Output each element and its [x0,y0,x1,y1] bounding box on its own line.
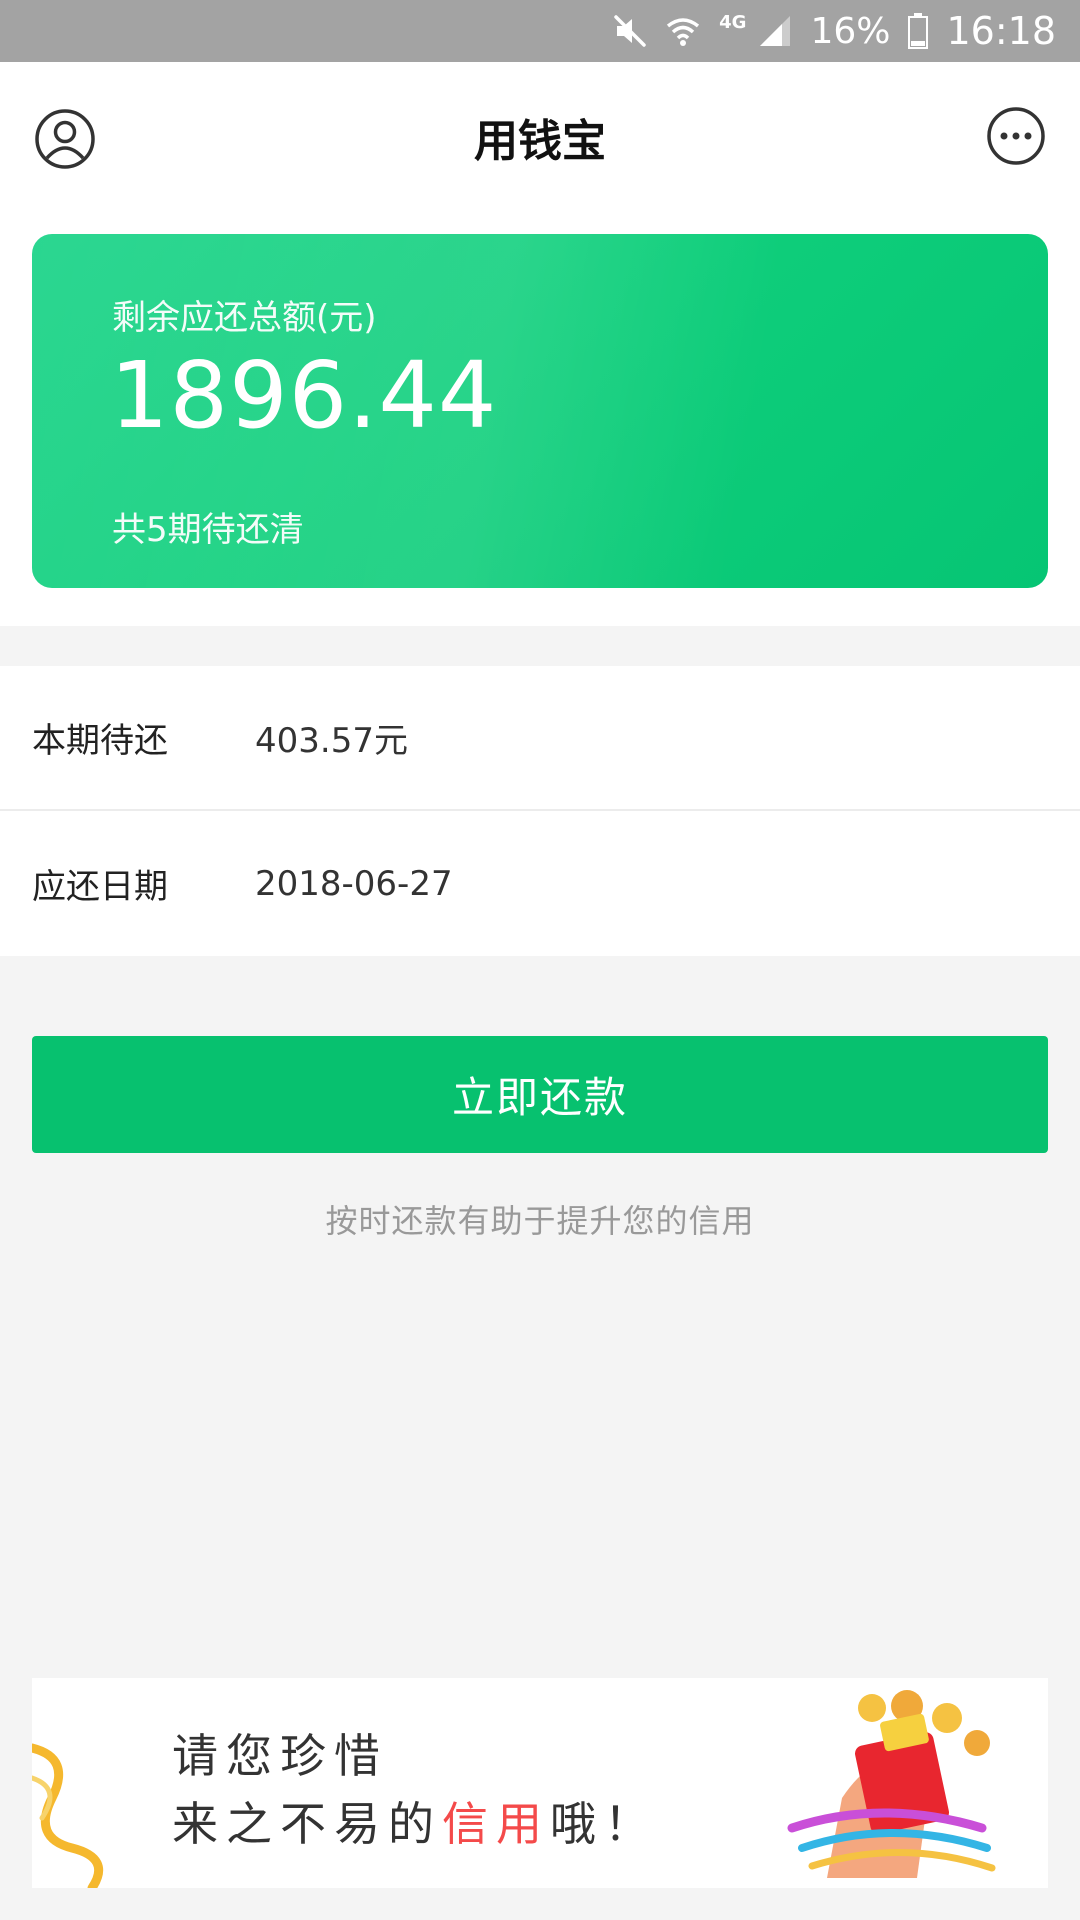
summary-card: 剩余应还总额(元) 1896.44 共5期待还清 [32,234,1048,588]
current-due-label: 本期待还 [32,721,168,761]
status-bar: 4G 16% 16:18 [0,0,1080,62]
ribbon-decoration [32,1743,104,1888]
due-date-row: 应还日期 2018-06-27 [0,811,1080,956]
more-icon[interactable] [986,106,1046,166]
network-type: 4G [719,12,747,33]
mute-icon [613,14,647,48]
wifi-icon [665,14,701,48]
page-title: 用钱宝 [474,116,606,167]
current-due-row: 本期待还 403.57元 [0,666,1080,811]
battery-icon [908,13,929,49]
clock: 16:18 [946,9,1056,53]
credit-banner[interactable]: 请您珍惜 来之不易的信用哦！ [32,1678,1048,1888]
remaining-periods: 共5期待还清 [112,510,304,550]
red-envelope-illustration [787,1690,996,1878]
banner-highlight: 信用 [442,1797,550,1851]
banner-line-2-prefix: 来之不易的 [172,1797,442,1851]
app-header: 用钱宝 [0,62,1080,212]
due-date-label: 应还日期 [32,867,168,907]
remaining-total-amount: 1896.44 [110,342,498,449]
signal-icon [758,14,792,48]
remaining-total-label: 剩余应还总额(元) [112,298,377,338]
banner-line-1: 请您珍惜 [172,1729,388,1783]
banner-line-2: 来之不易的信用哦！ [172,1788,658,1854]
repayment-info-list: 本期待还 403.57元 应还日期 2018-06-27 [0,666,1080,956]
credit-tip: 按时还款有助于提升您的信用 [325,1202,755,1240]
due-date-value: 2018-06-27 [255,863,453,904]
banner-line-2-suffix: 哦！ [550,1797,658,1851]
repay-now-button[interactable]: 立即还款 [32,1036,1048,1153]
battery-percent: 16% [810,10,891,52]
summary-section: 剩余应还总额(元) 1896.44 共5期待还清 [0,212,1080,626]
current-due-value: 403.57元 [255,721,408,761]
profile-icon[interactable] [34,108,96,170]
